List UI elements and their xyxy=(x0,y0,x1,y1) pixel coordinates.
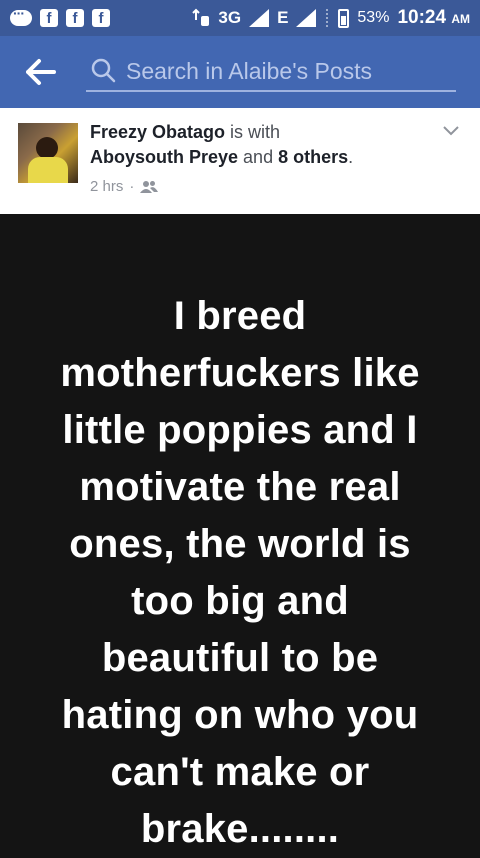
status-bar: f f f 3G E 53% 10:24 AM xyxy=(0,0,480,36)
is-with-text: is with xyxy=(225,122,281,142)
post-meta: 2 hrs · xyxy=(90,178,159,195)
search-input[interactable] xyxy=(124,52,448,90)
signal-icon-2 xyxy=(296,9,317,27)
facebook-notification-icon: f xyxy=(66,9,84,27)
battery-icon xyxy=(338,8,350,28)
search-icon xyxy=(91,58,116,83)
post-attribution-line-1: Freezy Obatago is with xyxy=(90,122,280,143)
quote-text: I breed motherfuckers like little poppie… xyxy=(60,294,420,851)
app-bar xyxy=(0,36,480,108)
author-name[interactable]: Freezy Obatago xyxy=(90,122,225,142)
clock: 10:24 AM xyxy=(397,7,470,29)
network-type-2: E xyxy=(277,8,289,27)
clock-ampm: AM xyxy=(451,12,470,26)
period-text: . xyxy=(348,147,354,167)
signal-weak-icon xyxy=(326,9,328,27)
post-header: Freezy Obatago is with Aboysouth Preye a… xyxy=(0,108,480,214)
signal-icon xyxy=(249,9,270,27)
meta-separator: · xyxy=(129,178,135,195)
post-timestamp[interactable]: 2 hrs xyxy=(90,178,123,195)
facebook-notification-icon: f xyxy=(92,9,110,27)
search-bar[interactable] xyxy=(86,52,456,92)
notification-icons: f f f xyxy=(10,5,110,27)
and-text: and xyxy=(238,147,279,167)
back-arrow-icon[interactable] xyxy=(26,58,56,86)
facebook-notification-icon: f xyxy=(40,9,58,27)
tagged-user[interactable]: Aboysouth Preye xyxy=(90,147,238,167)
system-indicators: 3G E 53% 10:24 AM xyxy=(192,7,470,29)
post-attribution-line-2: Aboysouth Preye and 8 others. xyxy=(90,147,353,168)
battery-percent: 53% xyxy=(357,9,390,26)
data-transfer-icon xyxy=(192,8,210,26)
avatar[interactable] xyxy=(18,123,78,183)
chevron-down-icon[interactable] xyxy=(442,124,460,138)
network-type: 3G xyxy=(218,8,242,27)
friends-icon xyxy=(140,180,159,193)
clock-time: 10:24 xyxy=(397,7,447,28)
others-link[interactable]: 8 others xyxy=(278,147,348,167)
post-image[interactable]: I breed motherfuckers like little poppie… xyxy=(0,214,480,854)
messenger-icon xyxy=(10,5,32,26)
